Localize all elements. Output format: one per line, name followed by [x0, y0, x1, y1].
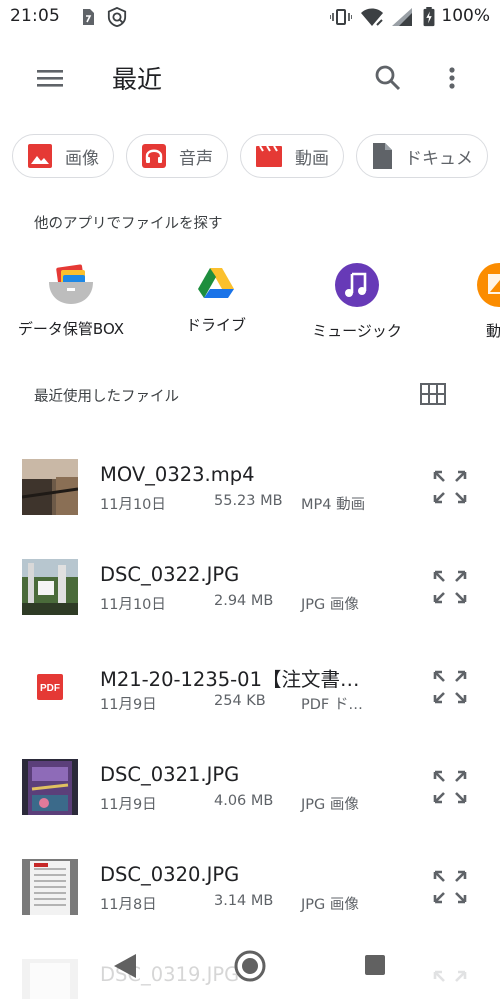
movie-icon: [256, 145, 282, 167]
file-size: 55.23 MB: [214, 493, 283, 509]
chip-label: ドキュメ: [405, 148, 473, 169]
data-box-icon: [49, 264, 93, 304]
page-title: 最近: [112, 65, 163, 94]
chip-label: 音声: [179, 148, 213, 169]
status-bar: 21:05 100%: [0, 0, 500, 36]
more-vert-icon[interactable]: [438, 60, 466, 96]
file-row[interactable]: PDF M21-20-1235-01【注文書… 11月9日 254 KB PDF…: [0, 645, 500, 741]
file-row[interactable]: MOV_0323.mp4 11月10日 55.23 MB MP4 動画: [0, 445, 500, 541]
app-data-box[interactable]: データ保管BOX: [12, 262, 130, 339]
recent-files-heading: 最近使用したファイル: [34, 389, 179, 405]
app-label: ミュージック: [312, 322, 402, 340]
battery-percent: 100%: [441, 6, 490, 26]
back-icon[interactable]: [112, 952, 138, 980]
category-chips: 画像 音声 動画 ドキュメ: [12, 134, 488, 178]
drive-icon: [198, 268, 234, 298]
file-size: 4.06 MB: [214, 793, 274, 809]
file-date: 11月8日: [100, 897, 157, 913]
file-size: 254 KB: [214, 693, 266, 709]
file-type: JPG 画像: [301, 597, 359, 613]
file-size: 2.94 MB: [214, 593, 274, 609]
file-date: 11月9日: [100, 797, 157, 813]
expand-icon[interactable]: [432, 569, 468, 605]
file-name: M21-20-1235-01【注文書…: [100, 668, 360, 691]
search-icon[interactable]: [370, 60, 406, 96]
photo-thumb: [22, 559, 78, 615]
other-apps-heading: 他のアプリでファイルを探す: [34, 216, 223, 232]
grid-view-icon[interactable]: [420, 382, 446, 406]
shield-icon: [107, 7, 127, 27]
battery-icon: [423, 7, 435, 27]
expand-icon[interactable]: [432, 869, 468, 905]
navigation-bar: [0, 938, 500, 999]
app-drive[interactable]: ドライブ: [176, 262, 256, 335]
headphones-icon: [142, 144, 166, 168]
chip-audio[interactable]: 音声: [126, 134, 228, 178]
file-type: JPG 画像: [301, 797, 359, 813]
chip-label: 画像: [65, 148, 99, 169]
file-name: MOV_0323.mp4: [100, 463, 255, 486]
chip-label: 動画: [295, 148, 329, 169]
wifi-icon: [361, 8, 383, 26]
menu-icon[interactable]: [26, 62, 74, 94]
app-bar: 最近: [0, 40, 500, 116]
file-row[interactable]: DSC_0322.JPG 11月10日 2.94 MB JPG 画像: [0, 545, 500, 641]
storage-icon: [83, 9, 94, 25]
expand-icon[interactable]: [432, 769, 468, 805]
files-app-screen: 21:05 100% 最近 画像 音声 動画 ドキュメ 他のアプリでファイルを探…: [0, 0, 500, 999]
file-name: DSC_0322.JPG: [100, 563, 240, 586]
other-apps-row: データ保管BOX ドライブ ミュージック 動: [0, 262, 500, 346]
file-type: MP4 動画: [301, 497, 366, 513]
app-label: データ保管BOX: [17, 320, 125, 338]
signal-icon: [392, 8, 412, 26]
file-row[interactable]: DSC_0321.JPG 11月9日 4.06 MB JPG 画像: [0, 745, 500, 841]
music-icon: [335, 263, 379, 307]
home-icon[interactable]: [234, 950, 266, 982]
chip-documents[interactable]: ドキュメ: [356, 134, 488, 178]
pdf-icon: PDF: [22, 659, 78, 715]
expand-icon[interactable]: [432, 469, 468, 505]
file-date: 11月9日: [100, 697, 157, 713]
file-name: DSC_0321.JPG: [100, 763, 240, 786]
file-size: 3.14 MB: [214, 893, 274, 909]
vibrate-icon: [330, 9, 352, 25]
image-icon: [28, 144, 52, 168]
photo-thumb: [22, 859, 78, 915]
file-row[interactable]: DSC_0320.JPG 11月8日 3.14 MB JPG 画像: [0, 845, 500, 941]
chip-videos[interactable]: 動画: [240, 134, 344, 178]
expand-icon[interactable]: [432, 669, 468, 705]
app-label: 動: [486, 322, 500, 340]
video-app-icon: [477, 263, 500, 307]
document-icon: [373, 143, 392, 169]
app-label: ドライブ: [185, 316, 246, 334]
pdf-label: PDF: [40, 683, 60, 694]
file-type: PDF ド…: [301, 697, 363, 713]
file-date: 11月10日: [100, 597, 166, 613]
chip-images[interactable]: 画像: [12, 134, 114, 178]
file-type: JPG 画像: [301, 897, 359, 913]
recents-icon[interactable]: [364, 954, 386, 976]
file-name: DSC_0320.JPG: [100, 863, 240, 886]
app-music[interactable]: ミュージック: [302, 262, 412, 341]
photo-thumb: [22, 759, 78, 815]
file-date: 11月10日: [100, 497, 166, 513]
status-time: 21:05: [10, 6, 60, 26]
video-thumb: [22, 459, 78, 515]
app-video-partial[interactable]: 動: [476, 262, 500, 341]
